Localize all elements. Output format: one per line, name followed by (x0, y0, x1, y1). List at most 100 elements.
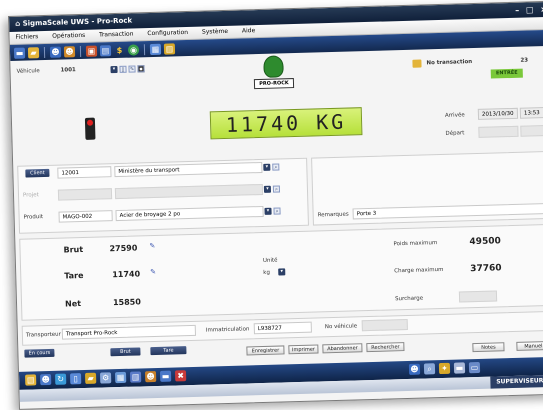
max-weight-value: 49500 (469, 236, 501, 248)
globe-icon[interactable]: ◉ (127, 43, 140, 56)
red-light (86, 119, 94, 126)
en-cours-button[interactable]: En cours (24, 348, 55, 358)
arrival-time: 13:53 (519, 106, 543, 119)
product-dropdown-icon[interactable]: ▾ (264, 207, 272, 215)
pro-rock-logo: PRO-ROCK (251, 55, 296, 92)
truck-icon[interactable]: ▤ (99, 44, 112, 56)
refresh-icon[interactable]: ↻ (55, 373, 67, 385)
departure-time (520, 124, 543, 137)
registration-label: Immatriculation (205, 326, 250, 334)
registration-field[interactable]: L938727 (253, 321, 312, 335)
departure-label: Départ (445, 130, 465, 137)
weight-display: 11740 KG (209, 107, 363, 140)
tool-icon[interactable]: ✖ (174, 370, 187, 382)
main-window: ⌂ SigmaScale UWS - Pro-Rock – □ × Fichie… (8, 0, 543, 410)
users-icon[interactable]: ☻ (40, 373, 52, 386)
tare-value: 11740 (112, 269, 141, 280)
overload-label: Surcharge (394, 295, 424, 303)
menu-transaction[interactable]: Transaction (99, 29, 134, 42)
search-icon[interactable]: ⌕ (423, 363, 436, 375)
tare-edit-icon[interactable]: ✎ (150, 268, 156, 276)
toolbar-separator (43, 46, 46, 58)
project-lookup-icon[interactable]: ⌕ (272, 185, 281, 193)
truck-icon[interactable]: ▬ (159, 370, 172, 382)
unit-dropdown-icon[interactable]: ▾ (278, 268, 286, 276)
chart-icon[interactable]: ▥ (129, 371, 142, 383)
toolbar-separator (79, 45, 82, 57)
brut-label: Brut (63, 244, 84, 255)
truck-icon[interactable]: ▬ (13, 47, 26, 59)
menu-operations[interactable]: Opérations (52, 30, 85, 43)
monitor-icon[interactable]: ▭ (468, 361, 481, 374)
client-lookup-icon[interactable]: ⌕ (272, 163, 280, 171)
calendar-icon[interactable]: ▦ (114, 371, 127, 384)
document-icon[interactable]: ▯ (70, 373, 82, 385)
client-code[interactable]: 12001 (57, 166, 112, 179)
project-dropdown-icon[interactable]: ▾ (263, 185, 272, 193)
menu-configuration[interactable]: Configuration (147, 27, 188, 40)
transaction-number: 23 (520, 57, 529, 64)
trucks-icon[interactable]: ▣ (85, 45, 98, 57)
notepad-icon[interactable]: ▤ (25, 374, 37, 386)
camera-icon[interactable]: ▪ (137, 65, 145, 73)
carrier-label: Transporteur (25, 331, 61, 339)
vehicle-no-field[interactable] (361, 318, 408, 332)
brut-edit-icon[interactable]: ✎ (149, 242, 155, 250)
project-code[interactable] (57, 188, 113, 201)
brut-value: 27590 (109, 243, 138, 254)
window-controls[interactable]: – □ × (515, 2, 543, 18)
client-dropdown-icon[interactable]: ▾ (263, 163, 271, 171)
abandonner-button[interactable]: Abandonner (322, 343, 363, 354)
user-icon[interactable]: ☻ (144, 371, 157, 383)
vehicle-value[interactable]: 1001 (60, 67, 75, 73)
user-role: SUPERVISEUR (490, 375, 543, 389)
chart-icon[interactable]: ▥ (163, 42, 176, 55)
manuel-button[interactable]: Manuel (516, 340, 543, 351)
user-icon[interactable]: ☻ (49, 46, 62, 58)
menu-systeme[interactable]: Système (202, 26, 228, 39)
users-icon[interactable]: ☻ (408, 363, 421, 375)
enregistrer-button[interactable]: Enregistrer (246, 345, 285, 356)
net-label: Net (64, 299, 82, 309)
product-lookup-icon[interactable]: ⌕ (273, 207, 281, 215)
product-code[interactable]: MAGO-002 (58, 210, 113, 223)
unit-value[interactable]: kg (263, 270, 270, 276)
rechercher-button[interactable]: Rechercher (366, 342, 405, 353)
tare-label: Tare (64, 270, 84, 281)
imprimer-button[interactable]: Imprimer (288, 344, 319, 355)
max-load-value: 37760 (470, 263, 502, 275)
vehicle-label: Véhicule (16, 68, 40, 75)
project-label: Projet (22, 192, 39, 199)
menu-aide[interactable]: Aide (242, 25, 256, 37)
vehicle-dropdown-icon[interactable]: ▾ (110, 65, 118, 74)
gear-icon[interactable]: ⚙ (99, 372, 112, 384)
window-icon[interactable]: ▦ (149, 43, 162, 55)
edit-icon[interactable]: ✎ (128, 65, 136, 73)
document-icon[interactable]: ▯ (119, 65, 127, 73)
dinosaur-icon (263, 55, 284, 78)
user-icon[interactable]: ☻ (63, 45, 76, 57)
brut-button[interactable]: Brut (110, 347, 141, 357)
truck-icon[interactable]: ▬ (453, 362, 466, 374)
window-title: SigmaScale UWS - Pro-Rock (22, 16, 133, 28)
arrival-date: 2013/10/30 (477, 107, 519, 120)
vehicle-no-label: No véhicule (324, 323, 358, 331)
client-button[interactable]: Client (25, 168, 50, 178)
arrival-label: Arrivée (444, 112, 465, 119)
folder-icon[interactable]: ▰ (27, 46, 40, 58)
status-badge: ENTRÉE (490, 68, 523, 79)
folder-icon[interactable]: ▰ (84, 372, 97, 384)
tare-button[interactable]: Tare (150, 346, 187, 356)
key-icon[interactable]: ✦ (438, 362, 451, 375)
transaction-label: No transaction (426, 59, 473, 67)
notes-button[interactable]: Notes (472, 342, 505, 353)
product-label: Produit (23, 214, 44, 221)
menu-fichiers[interactable]: Fichiers (15, 31, 38, 44)
net-value: 15850 (112, 297, 142, 308)
logo-text: PRO-ROCK (253, 78, 295, 90)
unit-label: Unité (262, 257, 278, 264)
dollar-icon[interactable]: $ (114, 44, 125, 55)
toolbar-separator (143, 43, 146, 55)
departure-date (478, 125, 519, 138)
remarks-label: Remarques (317, 211, 349, 219)
